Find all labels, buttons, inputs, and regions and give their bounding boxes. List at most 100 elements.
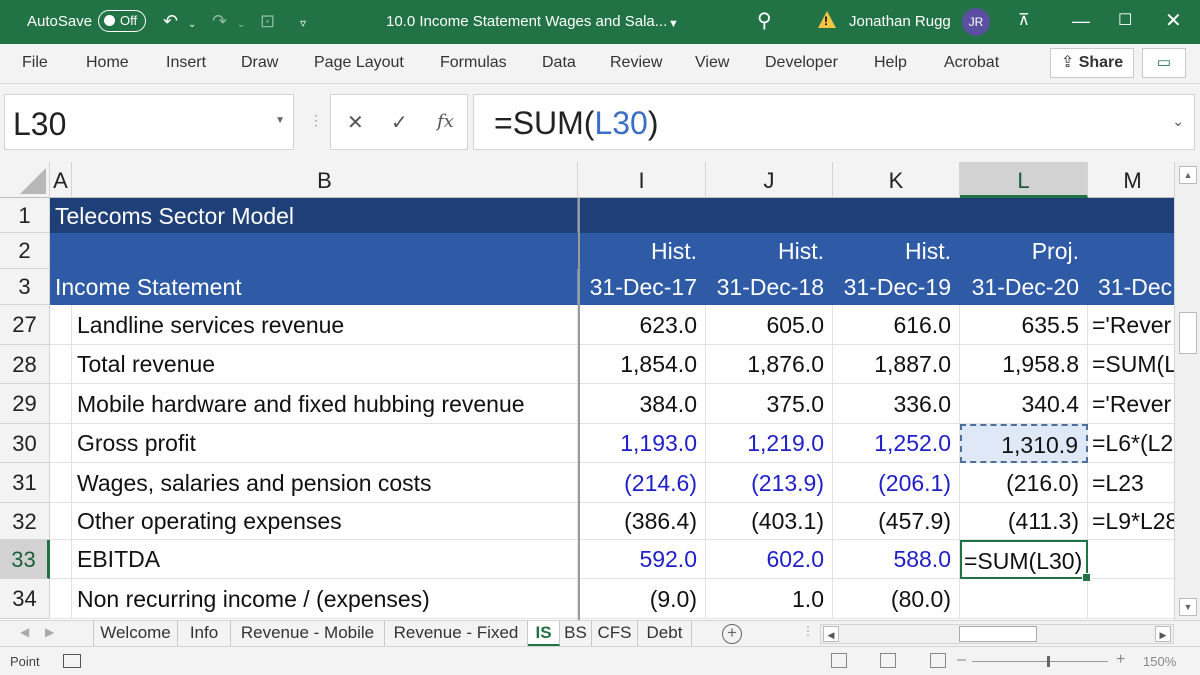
cell-a[interactable] <box>50 540 72 579</box>
minimize-icon[interactable]: — <box>1072 10 1090 32</box>
row-header[interactable]: 27 <box>0 305 50 345</box>
row-header[interactable]: 3 <box>0 269 50 305</box>
cell-j[interactable]: 375.0 <box>706 384 833 424</box>
zoom-slider-track[interactable] <box>972 661 1108 662</box>
worksheet-grid[interactable]: A B I J K L M 1 Telecoms Sector Model 2 … <box>0 162 1174 620</box>
document-title[interactable]: 10.0 Income Statement Wages and Sala... <box>386 13 667 30</box>
cell-m[interactable]: =L23 <box>1088 463 1174 503</box>
tab-home[interactable]: Home <box>86 54 129 72</box>
copy-source-cell[interactable]: 1,310.9 <box>960 424 1088 463</box>
column-header-m[interactable]: M <box>1088 162 1174 198</box>
vertical-scrollbar[interactable]: ▲ ▼ <box>1174 162 1200 620</box>
column-header-k[interactable]: K <box>833 162 960 198</box>
cell-m[interactable] <box>1088 540 1174 579</box>
undo-dropdown-icon[interactable]: ⌄ <box>188 14 196 36</box>
cell-k[interactable]: 588.0 <box>833 540 960 579</box>
date-header-cell[interactable]: 31-Dec-18 <box>706 269 833 305</box>
prev-sheet-icon[interactable]: ◀ <box>20 625 29 639</box>
sheet-tab-info[interactable]: Info <box>178 621 231 646</box>
tab-formulas[interactable]: Formulas <box>440 54 507 72</box>
sheet-tab-revenue-mobile[interactable]: Revenue - Mobile <box>231 621 385 646</box>
page-layout-view-icon[interactable] <box>880 653 896 668</box>
camera-icon[interactable]: ⊡ <box>260 10 275 32</box>
cell-i[interactable]: 592.0 <box>578 540 706 579</box>
tab-developer[interactable]: Developer <box>765 54 838 72</box>
row-header[interactable]: 28 <box>0 345 50 384</box>
line-item-label[interactable]: Landline services revenue <box>72 305 578 345</box>
sheet-tab-welcome[interactable]: Welcome <box>93 621 178 646</box>
line-item-label[interactable]: Gross profit <box>72 424 578 463</box>
redo-icon[interactable]: ↷ <box>212 10 227 32</box>
period-type-cell[interactable]: Hist. <box>833 233 960 269</box>
active-cell[interactable]: =SUM(L30) <box>960 540 1091 582</box>
period-type-cell[interactable]: Hist. <box>706 233 833 269</box>
tab-acrobat[interactable]: Acrobat <box>944 54 999 72</box>
scroll-right-icon[interactable]: ▶ <box>1155 626 1171 642</box>
grip-icon[interactable]: ⋮ <box>309 112 323 129</box>
tab-review[interactable]: Review <box>610 54 662 72</box>
share-button[interactable]: ⇪ Share <box>1050 48 1134 78</box>
cell-j[interactable]: (213.9) <box>706 463 833 503</box>
column-header-i[interactable]: I <box>578 162 706 198</box>
horizontal-scroll-thumb[interactable] <box>959 626 1037 642</box>
cell-m[interactable]: ='Rever <box>1088 305 1174 345</box>
cell-i[interactable]: 1,854.0 <box>578 345 706 384</box>
user-name[interactable]: Jonathan Rugg <box>849 13 951 30</box>
name-box-dropdown-icon[interactable]: ▼ <box>275 115 285 126</box>
row-header[interactable]: 33 <box>0 540 50 579</box>
zoom-out-icon[interactable]: – <box>957 651 966 669</box>
cell-i[interactable]: 1,193.0 <box>578 424 706 463</box>
title-dropdown-icon[interactable]: ▼ <box>668 13 679 35</box>
zoom-level[interactable]: 150% <box>1143 654 1176 669</box>
next-sheet-icon[interactable]: ▶ <box>45 625 54 639</box>
add-sheet-icon[interactable]: + <box>722 624 742 644</box>
tab-data[interactable]: Data <box>542 54 576 72</box>
tab-insert[interactable]: Insert <box>166 54 206 72</box>
page-break-view-icon[interactable] <box>930 653 946 668</box>
cell-k[interactable]: 1,887.0 <box>833 345 960 384</box>
scroll-down-icon[interactable]: ▼ <box>1179 598 1197 616</box>
cell-l[interactable]: (216.0) <box>960 463 1088 503</box>
row-header[interactable]: 30 <box>0 424 50 463</box>
section-title[interactable]: Income Statement <box>50 269 578 305</box>
cell-a[interactable] <box>50 579 72 619</box>
insert-function-button[interactable]: fx <box>437 111 454 132</box>
row-header[interactable]: 1 <box>0 198 50 233</box>
scroll-thumb[interactable] <box>1179 312 1197 354</box>
cell-m[interactable]: =SUM(L <box>1088 345 1174 384</box>
cell-m[interactable] <box>1088 579 1174 619</box>
cell-j[interactable]: 605.0 <box>706 305 833 345</box>
cell-m[interactable]: =L6*(L2 <box>1088 424 1174 463</box>
cell-i[interactable]: 384.0 <box>578 384 706 424</box>
row-header[interactable]: 2 <box>0 233 50 269</box>
cell-l[interactable] <box>960 579 1088 619</box>
cell-k[interactable]: 616.0 <box>833 305 960 345</box>
customize-toolbar-icon[interactable]: ▿ <box>300 12 306 34</box>
date-header-cell[interactable]: 31-Dec-20 <box>960 269 1088 305</box>
cell-i[interactable]: (9.0) <box>578 579 706 619</box>
row-header[interactable]: 31 <box>0 463 50 503</box>
macro-recording-icon[interactable] <box>63 654 81 668</box>
select-all-button[interactable] <box>0 162 50 198</box>
date-header-cell[interactable]: 31-Dec-19 <box>833 269 960 305</box>
warning-icon[interactable]: ! <box>818 11 836 28</box>
zoom-slider-knob[interactable] <box>1047 656 1050 667</box>
sheet-tab-is[interactable]: IS <box>528 621 560 646</box>
tab-split-grip-icon[interactable]: ⋮ <box>802 624 814 638</box>
cancel-icon[interactable]: ✕ <box>347 110 364 135</box>
redo-dropdown-icon[interactable]: ⌄ <box>237 14 245 36</box>
cell-k[interactable]: (80.0) <box>833 579 960 619</box>
sheet-tab-bs[interactable]: BS <box>560 621 592 646</box>
sheet-tab-cfs[interactable]: CFS <box>592 621 638 646</box>
cell-m[interactable]: =L9*L28 <box>1088 503 1174 540</box>
formula-input[interactable]: =SUM(L30) ⌄ <box>473 94 1195 150</box>
close-icon[interactable]: ✕ <box>1165 10 1182 32</box>
name-box[interactable]: L30 ▼ <box>4 94 294 150</box>
sheet-tab-debt[interactable]: Debt <box>638 621 692 646</box>
cell-k[interactable]: 1,252.0 <box>833 424 960 463</box>
cell-a[interactable] <box>50 345 72 384</box>
tab-page-layout[interactable]: Page Layout <box>314 54 404 72</box>
date-header-cell[interactable]: 31-Dec <box>1088 269 1174 305</box>
cell-i[interactable]: (386.4) <box>578 503 706 540</box>
cell-i[interactable]: 623.0 <box>578 305 706 345</box>
